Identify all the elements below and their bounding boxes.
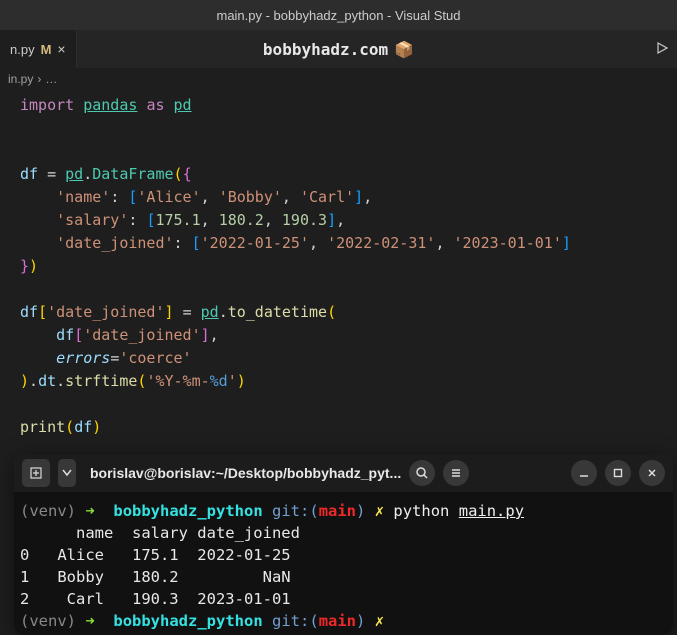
dropdown-button[interactable]	[58, 459, 76, 487]
close-icon[interactable]: ×	[57, 41, 65, 57]
terminal-title-bar: borislav@borislav:~/Desktop/bobbyhadz_py…	[14, 454, 673, 492]
tab-filename: n.py	[10, 42, 35, 57]
breadcrumb-file: in.py	[8, 72, 33, 86]
run-icon[interactable]	[655, 40, 669, 59]
table-header: name salary date_joined	[20, 522, 667, 544]
maximize-button[interactable]	[605, 460, 631, 486]
terminal-output[interactable]: (venv) ➜ bobbyhadz_python git:(main) ✗ p…	[14, 492, 673, 635]
terminal-window: borislav@borislav:~/Desktop/bobbyhadz_py…	[14, 454, 673, 635]
terminal-title: borislav@borislav:~/Desktop/bobbyhadz_py…	[84, 465, 401, 481]
window-title: main.py - bobbyhadz_python - Visual Stud	[216, 8, 460, 23]
search-icon[interactable]	[409, 460, 435, 486]
table-row: 1 Bobby 180.2 NaN	[20, 566, 667, 588]
new-tab-button[interactable]	[22, 459, 50, 487]
breadcrumb[interactable]: in.py › …	[0, 68, 677, 90]
menu-icon[interactable]	[443, 460, 469, 486]
brand-text: bobbyhadz.com	[263, 40, 388, 59]
tab-bar: n.py M × bobbyhadz.com 📦	[0, 30, 677, 68]
table-row: 2 Carl 190.3 2023-01-01	[20, 588, 667, 610]
box-icon: 📦	[394, 40, 414, 59]
editor-content[interactable]: import pandas as pd df = pd.DataFrame({ …	[0, 90, 677, 443]
table-row: 0 Alice 175.1 2022-01-25	[20, 544, 667, 566]
window-title-bar: main.py - bobbyhadz_python - Visual Stud	[0, 0, 677, 30]
brand-overlay: bobbyhadz.com 📦	[263, 40, 414, 59]
tab-modified-indicator: M	[41, 42, 52, 57]
chevron-right-icon: ›	[37, 72, 41, 86]
close-button[interactable]	[639, 460, 665, 486]
minimize-button[interactable]	[571, 460, 597, 486]
breadcrumb-more: …	[45, 72, 57, 86]
editor-tab[interactable]: n.py M ×	[0, 30, 77, 68]
